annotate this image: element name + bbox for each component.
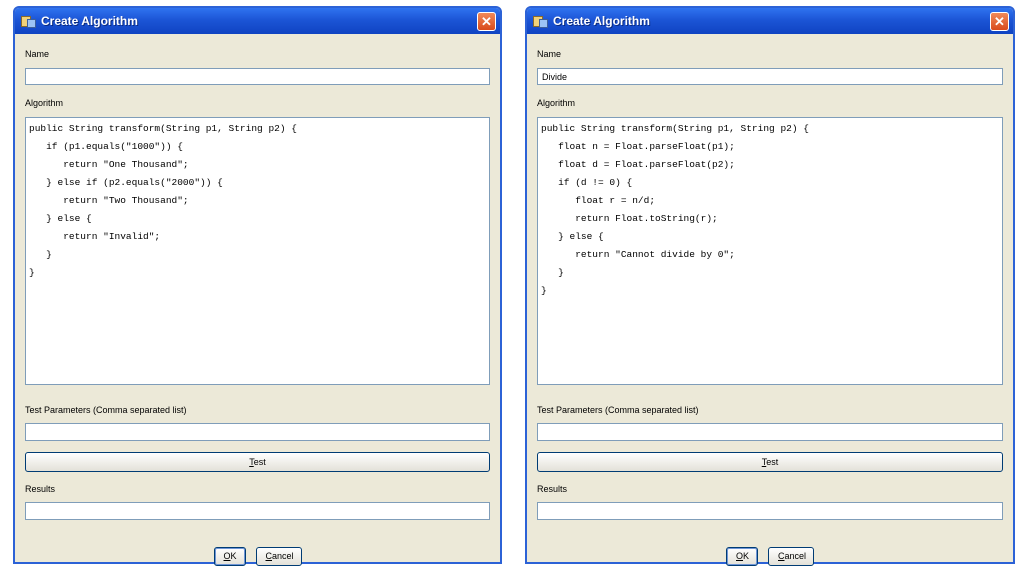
- ok-button-label: K: [743, 551, 750, 561]
- ok-button-mnemonic: O: [223, 551, 231, 561]
- results-label: Results: [537, 484, 568, 494]
- name-field[interactable]: [25, 68, 490, 85]
- results-field: [537, 502, 1003, 520]
- results-field: [25, 502, 490, 520]
- test-parameters-label: Test Parameters (Comma separated list): [25, 405, 187, 415]
- algorithm-label: Algorithm: [25, 98, 64, 108]
- app-icon: [21, 15, 36, 28]
- test-button[interactable]: Test: [25, 452, 490, 472]
- ok-button[interactable]: OK: [213, 547, 246, 566]
- name-field[interactable]: Divide: [537, 68, 1003, 85]
- test-button-label: est: [253, 457, 266, 467]
- cancel-button[interactable]: Cancel: [768, 547, 814, 566]
- test-parameters-field[interactable]: [25, 423, 490, 441]
- cancel-button[interactable]: Cancel: [255, 547, 302, 566]
- dialog-buttons: OK Cancel: [537, 547, 1003, 566]
- close-icon[interactable]: ✕: [990, 11, 1009, 31]
- dialog-title: Create Algorithm: [41, 14, 138, 28]
- dialog-buttons: OK Cancel: [25, 547, 490, 566]
- create-algorithm-dialog-right: Create Algorithm ✕ Name Divide Algorithm…: [525, 6, 1015, 566]
- name-label: Name: [25, 49, 50, 59]
- title-bar[interactable]: Create Algorithm ✕: [15, 8, 500, 34]
- results-label: Results: [25, 484, 56, 494]
- dialog-title: Create Algorithm: [553, 14, 650, 28]
- close-icon[interactable]: ✕: [477, 11, 496, 31]
- create-algorithm-dialog-left: Create Algorithm ✕ Name Algorithm public…: [13, 6, 502, 566]
- app-icon: [533, 15, 548, 28]
- cancel-button-label: ancel: [784, 551, 807, 561]
- algorithm-code-editor[interactable]: public String transform(String p1, Strin…: [25, 117, 490, 385]
- algorithm-label: Algorithm: [537, 98, 576, 108]
- name-label: Name: [537, 49, 562, 59]
- ok-button[interactable]: OK: [726, 547, 758, 566]
- dialog-content: Name Algorithm public String transform(S…: [25, 34, 490, 566]
- test-parameters-field[interactable]: [537, 423, 1003, 441]
- dialog-content: Name Divide Algorithm public String tran…: [537, 34, 1003, 566]
- algorithm-code-editor[interactable]: public String transform(String p1, Strin…: [537, 117, 1003, 385]
- test-parameters-label: Test Parameters (Comma separated list): [537, 405, 699, 415]
- ok-button-mnemonic: O: [736, 551, 744, 561]
- test-button[interactable]: Test: [537, 452, 1003, 472]
- title-bar[interactable]: Create Algorithm ✕: [527, 8, 1013, 34]
- ok-button-label: K: [230, 551, 237, 561]
- cancel-button-label: ancel: [272, 551, 294, 561]
- test-button-label: est: [766, 457, 779, 467]
